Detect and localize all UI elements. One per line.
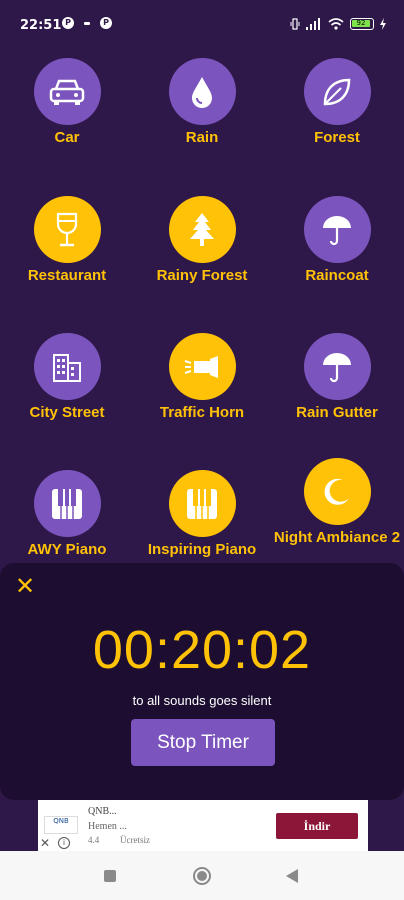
- battery-icon: 92: [350, 18, 374, 30]
- timer-caption: to all sounds goes silent: [132, 693, 272, 708]
- piano-icon: [187, 488, 217, 519]
- ad-rating: 4.4: [88, 835, 100, 845]
- sound-label: Traffic Horn: [159, 404, 245, 421]
- close-icon[interactable]: ✕: [14, 574, 36, 598]
- status-time: 22:51: [20, 18, 62, 33]
- sound-tile-city-street[interactable]: City Street: [0, 333, 134, 421]
- wifi-icon: [328, 18, 344, 30]
- moon-icon: [324, 478, 349, 505]
- sound-label: Rainy Forest: [156, 267, 248, 284]
- sound-tile-car[interactable]: Car: [0, 58, 134, 146]
- stop-timer-button[interactable]: Stop Timer: [131, 719, 275, 766]
- charging-icon: [380, 18, 386, 30]
- sound-tile-forest[interactable]: Forest: [270, 58, 404, 146]
- timer-panel: ✕ 00:20:02 to all sounds goes silent Sto…: [0, 563, 404, 800]
- back-icon[interactable]: [286, 869, 298, 883]
- home-icon[interactable]: [193, 867, 211, 885]
- status-bar: 22:51 P P 92: [0, 0, 404, 50]
- notification-icon: P: [100, 17, 112, 29]
- sound-tile-rainy-forest[interactable]: Rainy Forest: [135, 196, 269, 284]
- recents-icon[interactable]: [104, 870, 116, 882]
- system-nav-bar: [0, 851, 404, 900]
- sound-label: Rain: [185, 129, 219, 146]
- umbrella-icon: [323, 215, 351, 245]
- sound-tile-restaurant[interactable]: Restaurant: [0, 196, 134, 284]
- sound-tile-inspiring-piano[interactable]: Inspiring Piano: [135, 470, 269, 558]
- sound-label: Forest: [314, 129, 360, 146]
- sound-tile-rain-gutter[interactable]: Rain Gutter: [270, 333, 404, 421]
- sound-label: AWY Piano: [27, 541, 107, 558]
- sound-tile-awy-piano[interactable]: AWY Piano: [0, 470, 134, 558]
- notification-icon: P: [62, 17, 74, 29]
- ad-title: QNB...: [88, 806, 117, 817]
- timer-countdown: 00:20:02: [92, 620, 312, 680]
- ad-banner[interactable]: QNB QNB... Hemen ... 4.4 Ücretsiz İndir …: [38, 800, 368, 851]
- sound-label: Rain Gutter: [296, 404, 378, 421]
- wine-glass-icon: [56, 212, 78, 246]
- ad-close-icon[interactable]: ✕: [40, 836, 50, 850]
- horn-icon: [184, 355, 218, 378]
- sound-label: City Street: [29, 404, 105, 421]
- car-icon: [49, 79, 85, 105]
- piano-icon: [52, 488, 82, 519]
- sound-label: Restaurant: [27, 267, 107, 284]
- notification-icon: [84, 21, 90, 25]
- umbrella-icon: [323, 352, 351, 382]
- building-icon: [53, 353, 81, 382]
- pine-tree-icon: [190, 212, 214, 246]
- sound-tile-night-ambiance-2[interactable]: Night Ambiance 2: [270, 458, 404, 546]
- ad-install-button[interactable]: İndir: [276, 813, 358, 839]
- sound-label: Raincoat: [305, 267, 369, 284]
- sound-tile-raincoat[interactable]: Raincoat: [270, 196, 404, 284]
- raindrop-icon: [192, 76, 212, 108]
- sound-label: Car: [54, 129, 80, 146]
- sound-label: Night Ambiance 2: [273, 529, 401, 546]
- sound-tile-rain[interactable]: Rain: [135, 58, 269, 146]
- ad-logo: QNB: [44, 816, 78, 834]
- ad-subtitle: Hemen ...: [88, 821, 127, 832]
- ad-price: Ücretsiz: [120, 835, 150, 845]
- vibrate-icon: [290, 18, 300, 30]
- sound-tile-traffic-horn[interactable]: Traffic Horn: [135, 333, 269, 421]
- ad-info-icon[interactable]: i: [58, 837, 70, 849]
- sound-label: Inspiring Piano: [147, 541, 257, 558]
- signal-icon: [306, 18, 320, 30]
- leaf-icon: [323, 78, 351, 105]
